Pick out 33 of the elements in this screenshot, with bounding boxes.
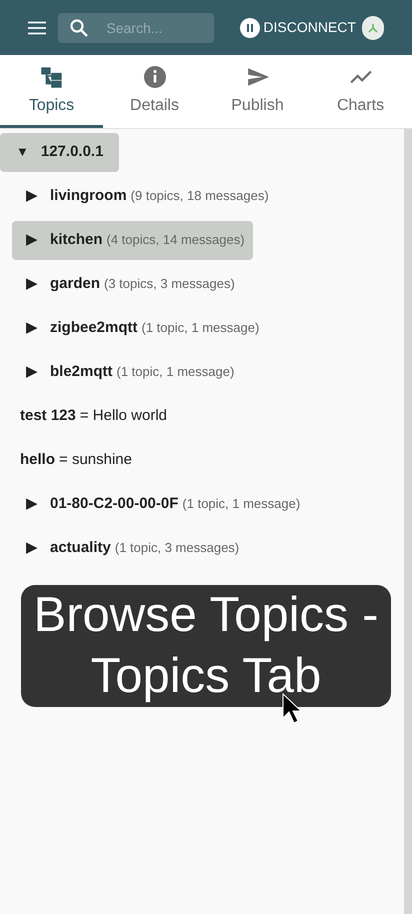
info-icon: [144, 66, 166, 88]
caret-icon[interactable]: ▶: [26, 360, 38, 384]
caption-overlay: Browse Topics - Topics Tab: [21, 585, 391, 707]
tab[interactable]: Charts: [309, 55, 412, 128]
cursor-icon: [282, 693, 302, 725]
caret-icon[interactable]: ▶: [26, 184, 38, 208]
tree-node[interactable]: ▶ garden (3 topics, 3 messages): [12, 264, 235, 304]
menu-icon[interactable]: [28, 20, 46, 34]
search-icon: [70, 18, 88, 36]
caret-icon[interactable]: ▶: [26, 316, 38, 340]
tree-node[interactable]: ▶ ble2mqtt (1 topic, 1 message): [12, 352, 234, 392]
caret-icon[interactable]: ▶: [26, 228, 38, 252]
tree-node[interactable]: ▶ 01-80-C2-00-00-0F (1 topic, 1 message): [12, 484, 300, 524]
tree-node[interactable]: ▶ actuality (1 topic, 3 messages): [12, 528, 240, 568]
tab[interactable]: Publish: [206, 55, 309, 128]
caret-icon[interactable]: ▶: [26, 272, 38, 296]
caret-icon[interactable]: ▶: [26, 492, 38, 516]
send-icon: [246, 66, 268, 88]
pause-icon: [240, 18, 260, 38]
topic-value[interactable]: test 123 = Hello world: [8, 396, 167, 436]
caret-icon[interactable]: ▼: [16, 142, 29, 162]
avatar-icon[interactable]: [362, 16, 384, 40]
tab[interactable]: Details: [103, 55, 206, 128]
tree-icon: [40, 66, 62, 88]
caret-icon[interactable]: ▶: [26, 536, 38, 560]
tree-node[interactable]: ▶ kitchen (4 topics, 14 messages): [12, 220, 253, 260]
disconnect-button[interactable]: DISCONNECT: [240, 17, 356, 38]
tree-node[interactable]: ▼ 127.0.0.1: [0, 132, 120, 172]
scrollbar[interactable]: [404, 129, 412, 914]
tree-node[interactable]: ▶ zigbee2mqtt (1 topic, 1 message): [12, 308, 260, 348]
tab[interactable]: Topics: [0, 55, 103, 128]
tree-node[interactable]: ▶ livingroom (9 topics, 18 messages): [12, 176, 269, 216]
topic-value[interactable]: hello = sunshine: [8, 440, 132, 480]
